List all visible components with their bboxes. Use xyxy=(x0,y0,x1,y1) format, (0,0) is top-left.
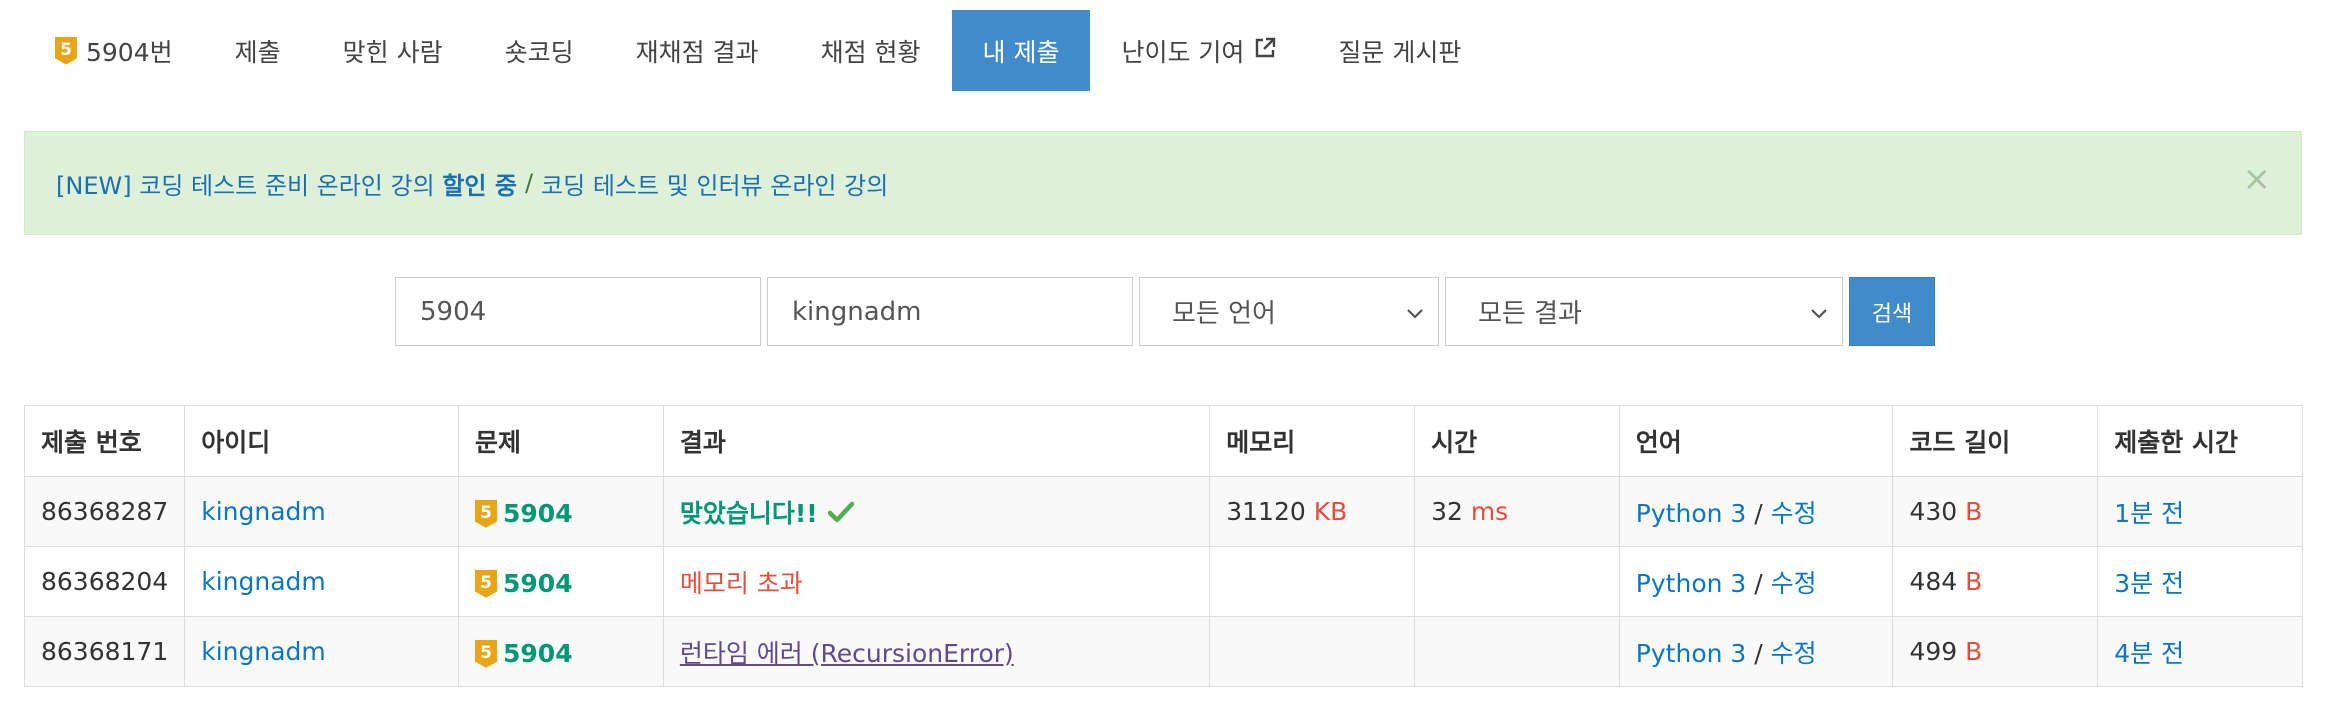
result-select-value: 모든 결과 xyxy=(1478,299,1582,329)
submitted-time-link[interactable]: 4분 전 xyxy=(2114,639,2184,668)
result-memory-exceeded: 메모리 초과 xyxy=(679,568,803,598)
language-link[interactable]: Python 3 xyxy=(1636,569,1747,598)
col-user-id: 아이디 xyxy=(184,405,460,477)
language-select-value: 모든 언어 xyxy=(1172,299,1276,329)
problem-nav-tabs: 5 5904번 제출 맞힌 사람 숏코딩 재채점 결과 채점 현황 내 제출 난… xyxy=(24,10,1492,91)
tab-difficulty[interactable]: 난이도 기여 xyxy=(1090,10,1307,91)
tab-rejudge[interactable]: 재채점 결과 xyxy=(605,10,790,91)
bronze-tier-icon: 5 xyxy=(475,499,498,528)
table-header-row: 제출 번호 아이디 문제 결과 메모리 시간 언어 코드 길이 제출한 시간 xyxy=(23,405,2303,477)
memory-cell xyxy=(1209,616,1416,687)
time-cell xyxy=(1414,616,1620,687)
col-code-length: 코드 길이 xyxy=(1892,405,2099,477)
search-button[interactable]: 검색 xyxy=(1849,277,1935,346)
problem-link[interactable]: 5 5904 xyxy=(475,639,573,668)
tab-solved[interactable]: 맞힌 사람 xyxy=(312,10,474,91)
external-link-icon xyxy=(1254,36,1276,65)
code-length-unit: B xyxy=(1965,567,1983,596)
status-search-form: 5904 kingnadm 모든 언어 모든 결과 검색 xyxy=(395,277,1935,346)
submission-id: 86368171 xyxy=(23,616,186,687)
promo-link-discount[interactable]: [NEW] 코딩 테스트 준비 온라인 강의 할인 중 xyxy=(56,166,517,201)
language-link[interactable]: Python 3 xyxy=(1636,639,1747,668)
tab-status[interactable]: 채점 현황 xyxy=(790,10,952,91)
promo-link-interview[interactable]: 코딩 테스트 및 인터뷰 온라인 강의 xyxy=(541,166,888,201)
promo-alert: [NEW] 코딩 테스트 준비 온라인 강의 할인 중 / 코딩 테스트 및 인… xyxy=(24,131,2302,235)
language-select[interactable]: 모든 언어 xyxy=(1139,277,1439,346)
time-cell: 32 ms xyxy=(1414,476,1620,547)
problem-link[interactable]: 5 5904 xyxy=(475,569,573,598)
table-row: 86368171 kingnadm 5 5904 런타임 에러 (Recursio… xyxy=(23,616,2303,687)
code-length-unit: B xyxy=(1965,637,1983,666)
code-length-unit: B xyxy=(1965,497,1983,526)
language-separator: / xyxy=(1754,568,1763,598)
code-length-value: 499 xyxy=(1909,637,1958,666)
time-value: 32 xyxy=(1431,497,1463,526)
result-accepted: 맞았습니다!! xyxy=(679,498,818,528)
time-cell xyxy=(1414,546,1620,617)
result-runtime-error-link[interactable]: 런타임 에러 (RecursionError) xyxy=(680,639,1014,668)
tab-shortcoding[interactable]: 숏코딩 xyxy=(474,10,605,91)
problem-number: 5904 xyxy=(503,569,573,599)
table-row: 86368287 kingnadm 5 5904 맞았습니다!! 31120 KB… xyxy=(23,476,2303,547)
memory-cell xyxy=(1209,546,1416,617)
user-id-input[interactable]: kingnadm xyxy=(767,277,1133,346)
problem-id-input[interactable]: 5904 xyxy=(395,277,761,346)
code-length-cell: 430 B xyxy=(1892,476,2099,547)
submission-id: 86368204 xyxy=(23,546,186,617)
tab-submit[interactable]: 제출 xyxy=(204,10,312,91)
user-link[interactable]: kingnadm xyxy=(201,567,326,596)
language-separator: / xyxy=(1754,638,1763,668)
language-separator: / xyxy=(1754,498,1763,528)
code-length-value: 430 xyxy=(1909,497,1958,526)
check-icon xyxy=(827,500,854,529)
tab-difficulty-label: 난이도 기여 xyxy=(1121,37,1245,67)
promo-highlight: 할인 중 xyxy=(442,171,517,200)
tab-problem-label: 5904번 xyxy=(86,37,173,67)
col-language: 언어 xyxy=(1618,405,1894,477)
tab-problem[interactable]: 5 5904번 xyxy=(24,10,204,91)
chevron-down-icon xyxy=(1810,297,1828,327)
user-link[interactable]: kingnadm xyxy=(201,497,326,526)
code-length-cell: 499 B xyxy=(1892,616,2099,687)
col-submission-id: 제출 번호 xyxy=(23,405,186,477)
memory-unit: KB xyxy=(1313,497,1348,526)
table-row: 86368204 kingnadm 5 5904 메모리 초과 Python 3 … xyxy=(23,546,2303,617)
col-memory: 메모리 xyxy=(1209,405,1416,477)
col-result: 결과 xyxy=(662,405,1211,477)
memory-value: 31120 xyxy=(1226,497,1306,526)
edit-link[interactable]: 수정 xyxy=(1771,499,1817,528)
language-link[interactable]: Python 3 xyxy=(1636,499,1747,528)
bronze-tier-icon: 5 xyxy=(55,36,77,65)
submitted-time-link[interactable]: 1분 전 xyxy=(2114,499,2184,528)
submission-id: 86368287 xyxy=(23,476,186,547)
chevron-down-icon xyxy=(1406,297,1424,327)
promo-prefix: [NEW] 코딩 테스트 준비 온라인 강의 xyxy=(56,171,435,200)
submitted-time-link[interactable]: 3분 전 xyxy=(2114,569,2184,598)
tab-my-submissions[interactable]: 내 제출 xyxy=(951,10,1091,91)
edit-link[interactable]: 수정 xyxy=(1771,569,1817,598)
col-submitted-time: 제출한 시간 xyxy=(2097,405,2303,477)
edit-link[interactable]: 수정 xyxy=(1771,639,1817,668)
problem-number: 5904 xyxy=(503,639,573,669)
time-unit: ms xyxy=(1470,497,1509,526)
close-icon[interactable]: × xyxy=(2243,162,2272,196)
code-length-value: 484 xyxy=(1909,567,1958,596)
problem-link[interactable]: 5 5904 xyxy=(475,499,573,528)
col-time: 시간 xyxy=(1414,405,1620,477)
promo-separator: / xyxy=(524,169,534,197)
col-problem: 문제 xyxy=(458,405,664,477)
bronze-tier-icon: 5 xyxy=(475,639,498,668)
result-select[interactable]: 모든 결과 xyxy=(1445,277,1843,346)
user-link[interactable]: kingnadm xyxy=(201,637,326,666)
bronze-tier-icon: 5 xyxy=(475,569,498,598)
submission-table: 제출 번호 아이디 문제 결과 메모리 시간 언어 코드 길이 제출한 시간 8… xyxy=(23,405,2303,687)
problem-number: 5904 xyxy=(503,499,573,529)
tab-board[interactable]: 질문 게시판 xyxy=(1307,10,1492,91)
memory-cell: 31120 KB xyxy=(1209,476,1416,547)
code-length-cell: 484 B xyxy=(1892,546,2099,617)
